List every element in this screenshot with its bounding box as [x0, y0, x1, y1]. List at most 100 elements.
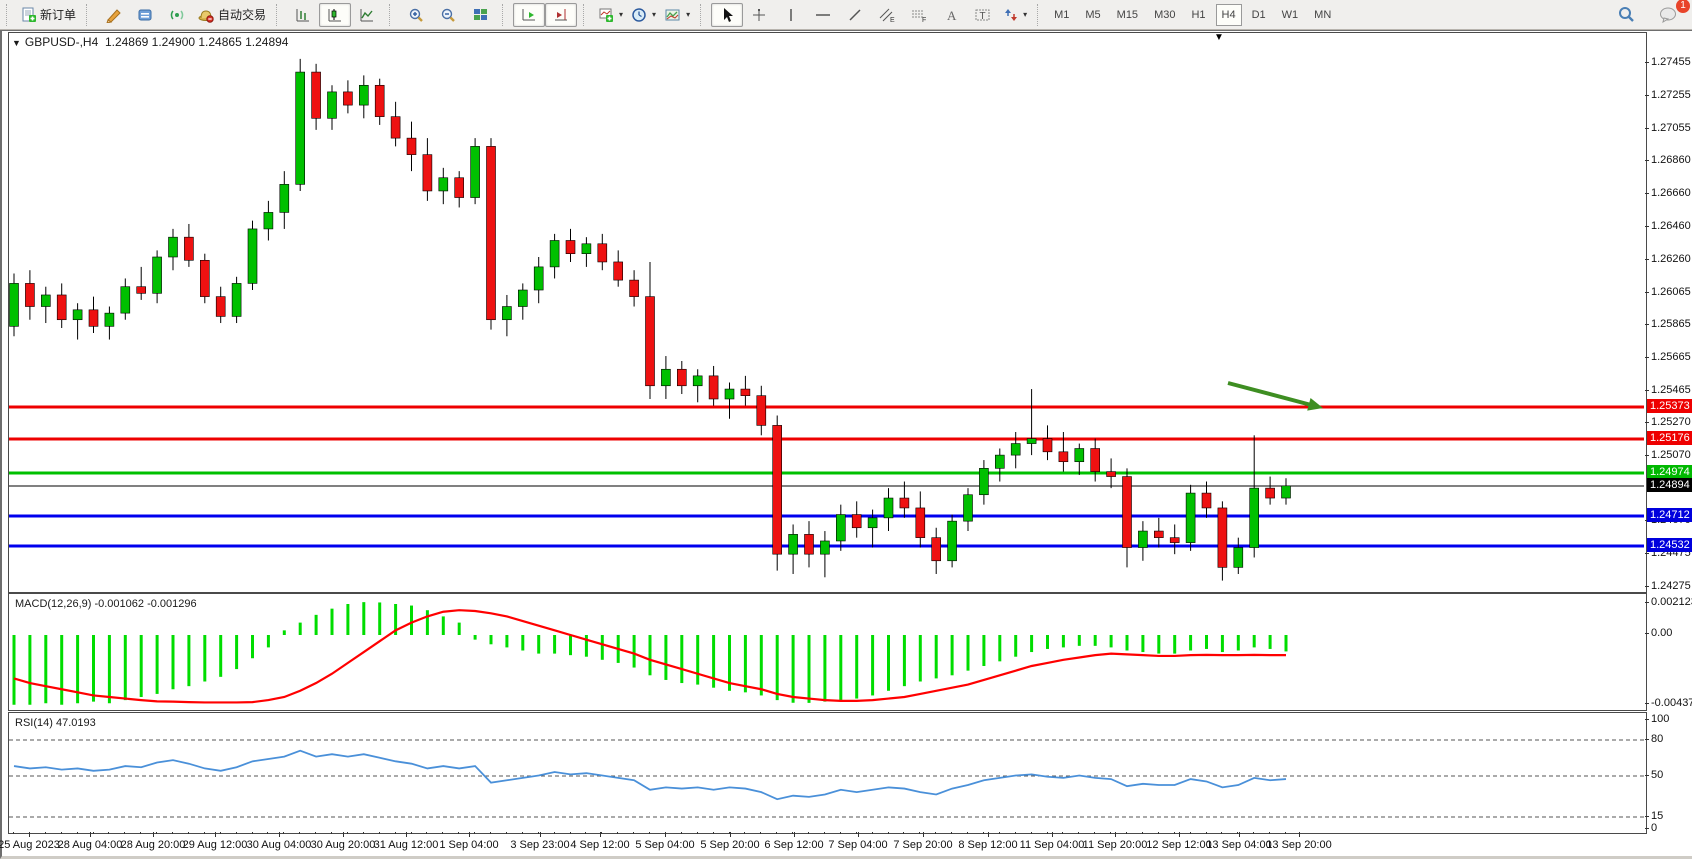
candlestick-chart-type-button[interactable]	[319, 3, 351, 27]
price-axis-label: 1.26460	[1651, 220, 1691, 232]
autotrading-hat-icon	[197, 7, 215, 23]
styles-crayon-button[interactable]	[97, 3, 129, 27]
timeframe-button-h1[interactable]: H1	[1185, 4, 1211, 26]
time-axis-minor-tick	[93, 832, 94, 834]
candle-body	[1075, 449, 1084, 462]
candle	[57, 283, 66, 328]
notifications-button[interactable]: 1	[1652, 3, 1684, 27]
candle	[375, 79, 384, 125]
new-order-button[interactable]: 新订单	[17, 3, 80, 27]
arrows-tool-button[interactable]: ▾	[999, 3, 1031, 27]
candle-body	[534, 267, 543, 290]
time-axis-minor-tick	[506, 832, 507, 834]
vertical-line-tool-button[interactable]	[775, 3, 807, 27]
timeframe-button-w1[interactable]: W1	[1276, 4, 1305, 26]
zoom-in-button[interactable]	[400, 3, 432, 27]
candle-body	[280, 184, 289, 212]
time-axis-label: 8 Sep 12:00	[958, 839, 1017, 851]
time-axis-minor-tick	[681, 832, 682, 834]
candle	[169, 229, 178, 270]
bar-chart-type-button[interactable]	[287, 3, 319, 27]
time-axis-minor-tick	[1158, 832, 1159, 834]
time-axis-minor-tick	[983, 832, 984, 834]
crosshair-tool-button[interactable]	[743, 3, 775, 27]
candle	[1107, 458, 1116, 488]
candle-body	[1250, 488, 1259, 547]
candle-body	[1170, 538, 1179, 543]
arrows-icon	[1003, 7, 1019, 23]
rsi-pane[interactable]: RSI(14) 47.0193	[8, 712, 1647, 834]
rsi-axis-tick	[1645, 719, 1649, 720]
templates-button[interactable]: ▾	[660, 3, 694, 27]
timeframe-button-m1[interactable]: M1	[1048, 4, 1075, 26]
candle	[693, 369, 702, 402]
chart-shift-marker-icon[interactable]: ▼	[1214, 32, 1224, 43]
time-axis-minor-tick	[45, 832, 46, 834]
price-level-box: 1.24532	[1647, 538, 1692, 552]
dropdown-arrow-icon: ▾	[686, 10, 690, 19]
crayon-icon	[105, 7, 122, 23]
indicators-button[interactable]: ▾	[594, 3, 627, 27]
candle-body	[661, 369, 670, 386]
candle-body	[216, 297, 225, 317]
candle-body	[1091, 449, 1100, 472]
time-axis-minor-tick	[1206, 832, 1207, 834]
chart-expand-icon[interactable]: ▼	[12, 38, 21, 48]
search-button[interactable]	[1610, 3, 1642, 27]
timeframe-button-m15[interactable]: M15	[1111, 4, 1144, 26]
price-level-box: 1.24712	[1647, 508, 1692, 522]
candle	[25, 270, 34, 320]
candle	[1218, 501, 1227, 580]
arrow-shaft	[1228, 383, 1315, 406]
candle-body	[391, 117, 400, 138]
trendline-tool-button[interactable]	[839, 3, 871, 27]
time-axis-tick	[730, 832, 731, 837]
macd-axis-tick	[1645, 633, 1649, 634]
timeframe-button-m30[interactable]: M30	[1148, 4, 1181, 26]
price-axis-tick	[1645, 586, 1649, 587]
candle-body	[598, 244, 607, 262]
time-axis-minor-tick	[140, 832, 141, 834]
svg-text:A: A	[947, 8, 957, 23]
cursor-tool-button[interactable]	[711, 3, 743, 27]
horizontal-line-tool-button[interactable]	[807, 3, 839, 27]
time-axis-minor-tick	[744, 832, 745, 834]
time-axis-label: 11 Sep 20:00	[1083, 839, 1148, 851]
chart-shift-button[interactable]	[545, 3, 577, 27]
line-chart-type-button[interactable]	[351, 3, 383, 27]
text-label-tool-button[interactable]: T	[967, 3, 999, 27]
candle-body	[1043, 439, 1052, 452]
auto-scroll-button[interactable]	[513, 3, 545, 27]
price-axis-label: 1.25665	[1651, 351, 1691, 363]
zoom-out-button[interactable]	[432, 3, 464, 27]
tile-windows-button[interactable]	[464, 3, 496, 27]
timeframe-button-m5[interactable]: M5	[1079, 4, 1106, 26]
signals-button[interactable]	[161, 3, 193, 27]
candle	[328, 85, 337, 130]
price-level-box: 1.24974	[1647, 465, 1692, 479]
candle	[916, 491, 925, 547]
candle-body	[1234, 548, 1243, 568]
chart-profile-button[interactable]	[129, 3, 161, 27]
fibonacci-tool-button[interactable]: F	[903, 3, 935, 27]
time-axis-minor-tick	[633, 832, 634, 834]
candle-body	[312, 72, 321, 118]
periods-button[interactable]: ▾	[627, 3, 660, 27]
candle	[550, 234, 559, 279]
time-axis-minor-tick	[379, 832, 380, 834]
chart-window: ▼GBPUSD-,H4 1.24869 1.24900 1.24865 1.24…	[0, 30, 1692, 859]
macd-pane[interactable]: MACD(12,26,9) -0.001062 -0.001296	[8, 593, 1647, 711]
auto-trading-button[interactable]: 自动交易	[193, 3, 270, 27]
timeframe-button-mn[interactable]: MN	[1308, 4, 1337, 26]
equidistant-channel-tool-button[interactable]: E	[871, 3, 903, 27]
candle	[343, 80, 352, 113]
time-axis-label: 25 Aug 2023	[0, 839, 60, 851]
candle-body	[137, 287, 146, 294]
candle-body	[471, 146, 480, 197]
price-pane[interactable]	[8, 32, 1647, 593]
candle-body	[725, 389, 734, 399]
text-tool-button[interactable]: A	[935, 3, 967, 27]
time-axis-minor-tick	[649, 832, 650, 834]
timeframe-button-h4[interactable]: H4	[1216, 4, 1242, 26]
timeframe-button-d1[interactable]: D1	[1246, 4, 1272, 26]
